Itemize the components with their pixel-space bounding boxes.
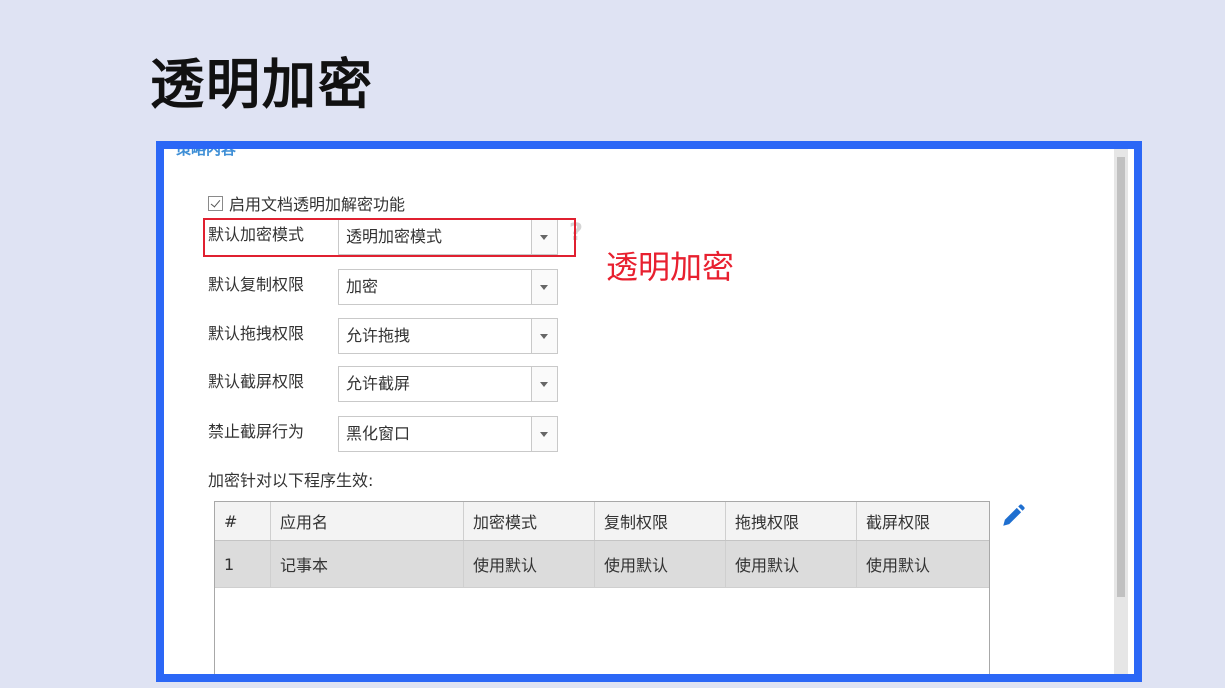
annotation-label: 透明加密 xyxy=(606,248,735,286)
highlight-box xyxy=(203,218,576,257)
table-cell: 使用默认 xyxy=(866,556,931,575)
column-header[interactable]: 复制权限 xyxy=(595,502,726,540)
column-header[interactable]: 应用名 xyxy=(271,502,464,540)
select-value: 允许截屏 xyxy=(346,374,411,393)
default-screenshot-permission-select[interactable]: 允许截屏 xyxy=(338,366,558,402)
default-drag-permission-label: 默认拖拽权限 xyxy=(208,324,305,343)
chevron-down-icon[interactable] xyxy=(531,417,557,451)
slide-title: 透明加密 xyxy=(150,53,374,116)
column-header[interactable]: 加密模式 xyxy=(464,502,595,540)
screenshot-frame: 策略内容 启用文档透明加解密功能 默认加密模式 透明加密模式 ? 透明加密 默认… xyxy=(156,141,1142,682)
forbid-screenshot-behavior-select[interactable]: 黑化窗口 xyxy=(338,416,558,452)
table-cell: 记事本 xyxy=(271,541,464,587)
section-header: 策略内容 xyxy=(176,141,237,158)
table-cell: 使用默认 xyxy=(726,541,857,587)
default-copy-permission-select[interactable]: 加密 xyxy=(338,269,558,305)
table-cell: 1 xyxy=(215,541,271,587)
table-cell: 使用默认 xyxy=(595,541,726,587)
column-header[interactable]: 拖拽权限 xyxy=(726,502,857,540)
chevron-down-icon[interactable] xyxy=(531,367,557,401)
policy-panel: 策略内容 启用文档透明加解密功能 默认加密模式 透明加密模式 ? 透明加密 默认… xyxy=(164,149,1114,674)
default-drag-permission-select[interactable]: 允许拖拽 xyxy=(338,318,558,354)
select-value: 黑化窗口 xyxy=(346,424,411,443)
checkmark-icon[interactable] xyxy=(208,195,223,211)
vertical-scrollbar[interactable] xyxy=(1114,149,1128,674)
chevron-down-icon[interactable] xyxy=(531,319,557,353)
column-header[interactable]: # xyxy=(215,502,271,540)
select-value: 加密 xyxy=(346,277,379,296)
enable-encryption-label: 启用文档透明加解密功能 xyxy=(229,195,406,214)
table-row[interactable]: 1 记事本 使用默认 使用默认 使用默认 使用默认 xyxy=(215,541,989,588)
forbid-screenshot-behavior-label: 禁止截屏行为 xyxy=(208,422,305,441)
table-cell: 使用默认 xyxy=(464,541,595,587)
program-table: # 应用名 加密模式 复制权限 拖拽权限 截屏权限 1 记事本 使用默认 使用默… xyxy=(214,501,990,674)
default-screenshot-permission-label: 默认截屏权限 xyxy=(208,372,305,391)
default-copy-permission-label: 默认复制权限 xyxy=(208,275,305,294)
pencil-edit-icon[interactable] xyxy=(1000,503,1026,529)
column-header[interactable]: 截屏权限 xyxy=(857,502,989,540)
chevron-down-icon[interactable] xyxy=(531,270,557,304)
select-value: 允许拖拽 xyxy=(346,326,411,345)
scrollbar-thumb[interactable] xyxy=(1117,157,1125,597)
program-scope-label: 加密针对以下程序生效: xyxy=(208,471,374,490)
enable-encryption-checkbox[interactable]: 启用文档透明加解密功能 xyxy=(208,191,405,215)
table-header: # 应用名 加密模式 复制权限 拖拽权限 截屏权限 xyxy=(215,502,989,541)
